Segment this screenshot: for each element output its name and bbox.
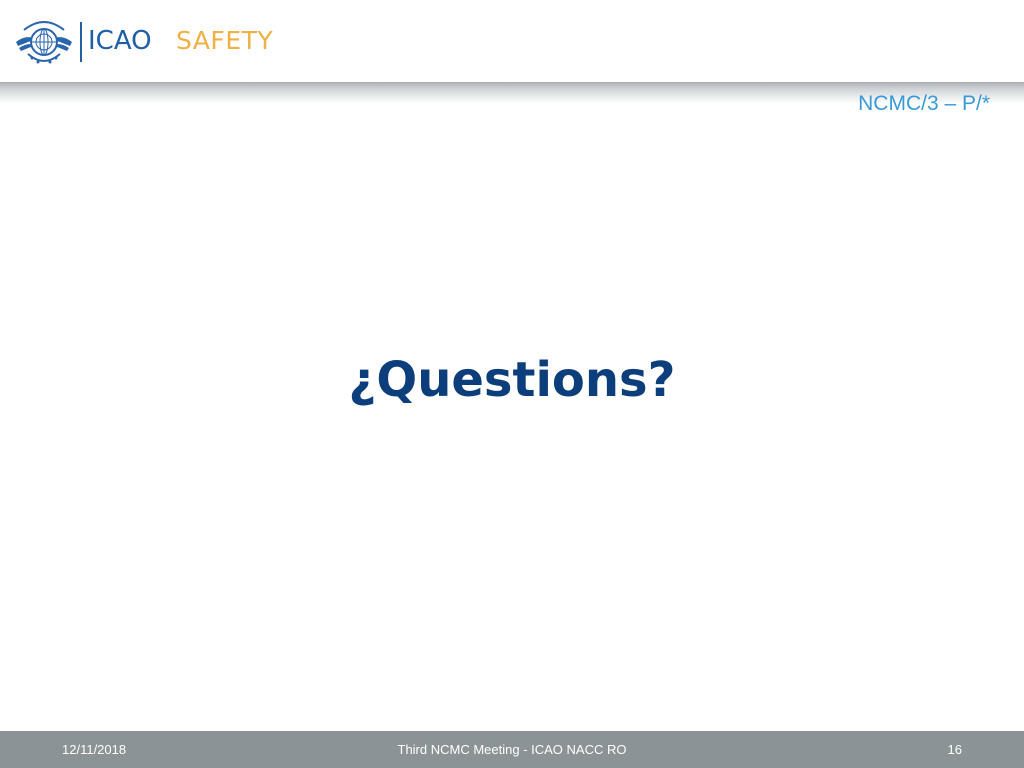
icao-logo-text: ICAO	[88, 26, 152, 56]
slide-header: ICAO SAFETY	[0, 0, 1024, 84]
footer-meeting: Third NCMC Meeting - ICAO NACC RO	[397, 742, 627, 757]
safety-tagline: SAFETY	[176, 26, 274, 55]
un-emblem-icon	[16, 21, 72, 64]
footer-page-number: 16	[947, 742, 962, 757]
slide-reference: NCMC/3 – P/*	[858, 92, 990, 115]
logo-divider	[80, 22, 82, 62]
slide: ICAO SAFETY NCMC/3 – P/* ¿Questions? 12/…	[0, 0, 1024, 768]
slide-footer: 12/11/2018 Third NCMC Meeting - ICAO NAC…	[0, 731, 1024, 768]
slide-title: ¿Questions?	[348, 352, 676, 408]
